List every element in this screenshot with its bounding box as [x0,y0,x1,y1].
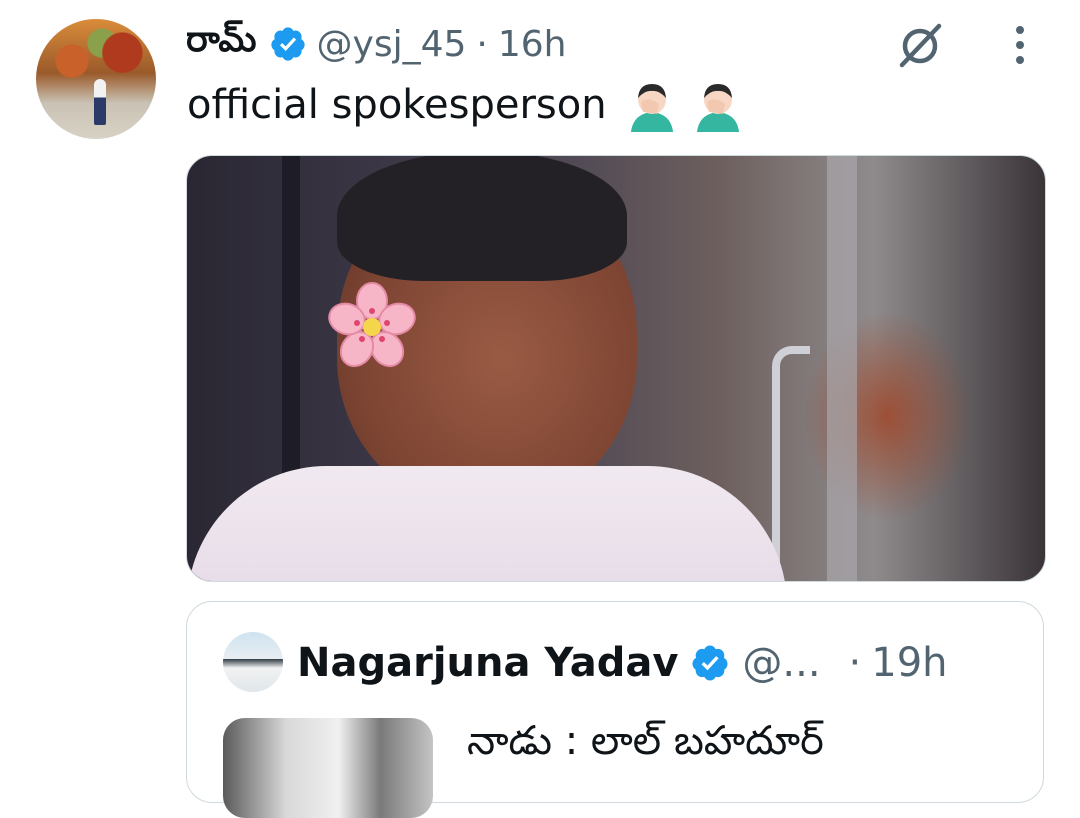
tweet-header: రామ్ @ysj_45 · 16h [186,14,566,74]
grok-icon[interactable] [893,18,947,72]
separator-dot: · [476,23,488,65]
avatar-figure [94,79,106,125]
quoted-display-name: Nagarjuna Yadav [297,640,679,686]
more-icon[interactable] [1002,20,1038,70]
handle[interactable]: @ysj_45 [317,24,467,65]
more-dot [1016,41,1024,49]
avatar[interactable] [36,19,156,139]
tweet-text-row: official spokesperson [187,78,745,132]
cherry-blossom-icon [327,281,417,371]
quoted-tweet[interactable]: Nagarjuna Yadav @... · 19h నాడు : లాల్ బ… [186,601,1044,818]
media-background [772,346,810,581]
tweet-media-image[interactable] [186,155,1046,582]
media-background [827,156,857,581]
tweet-text: official spokesperson [187,82,607,128]
display-name[interactable]: రామ్ [186,19,257,69]
man-facepalming-emoji [691,78,745,132]
quoted-media-thumbnail[interactable] [223,718,433,818]
quoted-avatar[interactable] [223,632,283,692]
man-facepalming-emoji [625,78,679,132]
verified-badge-icon [690,643,730,683]
quoted-handle: @... [742,640,821,686]
quoted-text: నాడు : లాల్ బహదూర్ [467,718,824,764]
verified-badge-icon [269,25,307,63]
separator-dot: · [848,640,862,686]
quoted-timestamp: 19h [871,640,948,686]
media-person [337,156,627,281]
media-person [187,466,787,581]
quoted-header: Nagarjuna Yadav @... · 19h [297,640,948,686]
more-dot [1016,26,1024,34]
more-dot [1016,56,1024,64]
timestamp[interactable]: 16h [498,24,567,65]
